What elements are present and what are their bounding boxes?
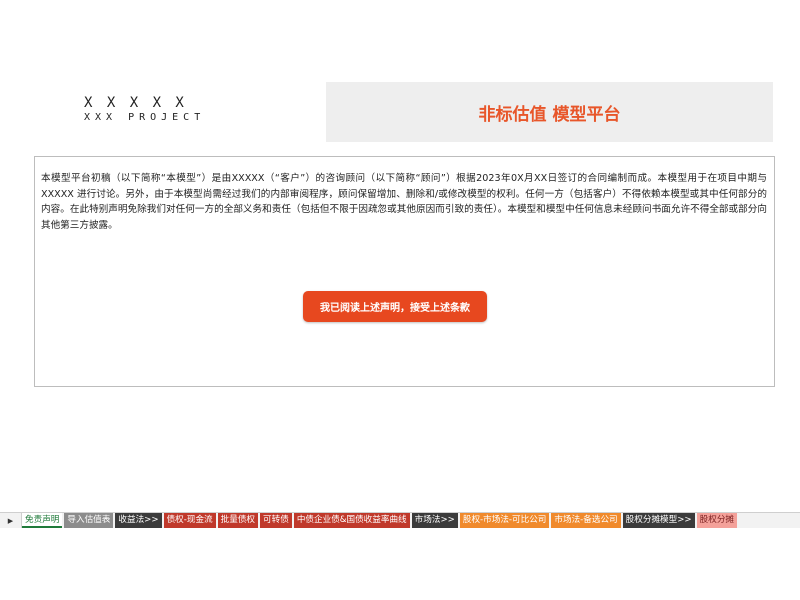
page-title: 非标估值 模型平台 [478,104,621,125]
accept-terms-button[interactable]: 我已阅读上述声明，接受上述条款 [303,291,487,322]
sheet-tab[interactable]: 股权分摊模型>> [622,513,695,528]
sheet-tab[interactable]: 可转债 [260,513,292,528]
sheet-tab[interactable]: 市场法>> [411,513,458,528]
sheet-nav-arrow-icon[interactable]: ▶ [0,513,22,528]
sheet-tab[interactable]: 导入估值表 [64,513,114,528]
sheet-tabs: 免责声明 导入估值表 收益法>> 债权-现金流 批量债权 可转债 中债企业债&国债收益率曲线… [22,513,739,528]
sheet-tab[interactable]: 股权-市场法-可比公司 [459,513,550,528]
sheet-tab[interactable]: 收益法>> [115,513,162,528]
sheet-tab[interactable]: 批量债权 [217,513,259,528]
logo-name: XXX PROJECT [84,112,206,123]
sheet-tab[interactable]: 中债企业债&国债收益率曲线 [293,513,410,528]
title-banner: 非标估值 模型平台 [326,82,773,142]
logo-mark: X X X X X [84,95,187,111]
sheet-tab-bar: ▶ 免责声明 导入估值表 收益法>> 债权-现金流 批量债权 可转债 中债企业债&国债收益率… [0,512,800,528]
sheet-tab[interactable]: 免责声明 [22,513,63,528]
disclaimer-text: 本模型平台初稿（以下简称“本模型”）是由XXXXX（“客户”）的咨询顾问（以下简… [41,173,767,231]
sheet-tab[interactable]: 市场法-备选公司 [551,513,621,528]
sheet-tab[interactable]: 债权-现金流 [163,513,216,528]
disclaimer-panel: 本模型平台初稿（以下简称“本模型”）是由XXXXX（“客户”）的咨询顾问（以下简… [34,156,775,387]
project-logo: X X X X X XXX PROJECT [84,96,234,124]
sheet-tab[interactable]: 股权分摊 [696,513,738,528]
